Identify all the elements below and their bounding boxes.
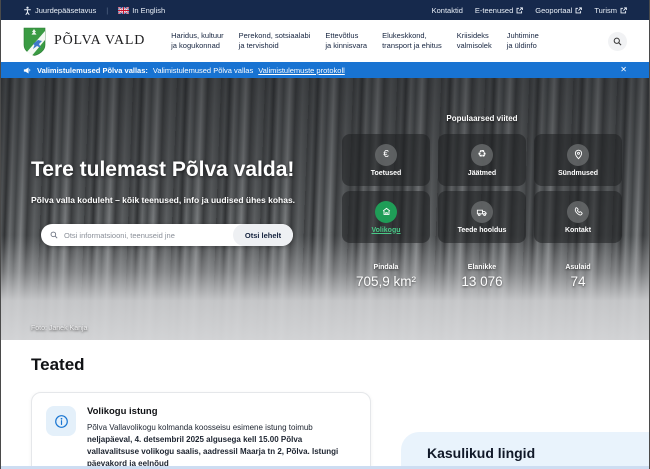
- municipality-stats: Pindala 705,9 km² Elanikke 13 076 Asulai…: [342, 264, 622, 289]
- stat-elanikke: Elanikke 13 076: [438, 264, 526, 289]
- topbar-link-eteenused[interactable]: E-teenused: [475, 6, 523, 15]
- notice-body: Põlva Vallavolikogu kolmanda koosseisu e…: [87, 422, 356, 469]
- external-link-icon: [516, 7, 523, 14]
- photo-credit: Foto: Janek Kanja: [31, 325, 87, 332]
- uk-flag-icon: [118, 7, 129, 14]
- page: Juurdepääsetavus | In English Konta: [0, 0, 650, 469]
- teated-heading: Teated: [31, 355, 85, 375]
- external-link-icon: [620, 7, 627, 14]
- stat-asulaid: Asulaid 74: [534, 264, 622, 289]
- announcement-close-icon[interactable]: ✕: [620, 66, 627, 74]
- nav-elukeskkond[interactable]: Elukeskkond, transport ja ehitus: [382, 31, 442, 52]
- home-icon: [375, 201, 397, 223]
- language-label: In English: [132, 6, 165, 15]
- quicklinks-title: Populaarsed viited: [342, 114, 622, 123]
- accessibility-label: Juurdepääsetavus: [35, 6, 96, 15]
- topbar-link-kontaktid[interactable]: Kontaktid: [432, 6, 463, 15]
- coat-of-arms-icon: [23, 27, 46, 56]
- hero-title: Tere tulemast Põlva valda!: [31, 158, 294, 182]
- site-logo[interactable]: PÕLVA VALD: [23, 27, 145, 56]
- accessibility-icon: [23, 6, 32, 15]
- nav-ettevotlus[interactable]: Ettevõtlus ja kinnisvara: [325, 31, 367, 52]
- header-search-button[interactable]: [608, 32, 627, 51]
- megaphone-icon: [23, 66, 32, 75]
- utility-bar: Juurdepääsetavus | In English Konta: [1, 0, 649, 20]
- language-link[interactable]: In English: [118, 6, 165, 15]
- notice-title: Volikogu istung: [87, 406, 356, 417]
- topbar-link-turism[interactable]: Turism: [594, 6, 627, 15]
- announcement-text: Valimistulemused Põlva vallas: [153, 66, 253, 75]
- main-header: PÕLVA VALD Haridus, kultuur ja kogukonna…: [1, 20, 649, 62]
- phone-icon: [567, 201, 589, 223]
- tile-toetused[interactable]: € Toetused: [342, 134, 430, 186]
- hero-search-bar: Otsi lehelt: [41, 224, 293, 246]
- nav-perekond[interactable]: Perekond, sotsiaalabi ja tervishoid: [239, 31, 311, 52]
- tile-kontakt[interactable]: Kontakt: [534, 191, 622, 243]
- notice-card[interactable]: Volikogu istung Põlva Vallavolikogu kolm…: [31, 392, 371, 469]
- content-section: Teated Volikogu istung Põlva Vallavoliko…: [1, 340, 649, 469]
- nav-juhtimine[interactable]: Juhtimine ja üldinfo: [507, 31, 539, 52]
- topbar-divider: |: [106, 6, 108, 15]
- euro-icon: €: [375, 144, 397, 166]
- map-pin-icon: [567, 144, 589, 166]
- tile-teede-hooldus[interactable]: Teede hooldus: [438, 191, 526, 243]
- search-icon: [613, 37, 622, 46]
- announcement-link[interactable]: Valimistulemuste protokoll: [258, 66, 345, 75]
- tile-jaatmed[interactable]: ♻ Jäätmed: [438, 134, 526, 186]
- nav-haridus[interactable]: Haridus, kultuur ja kogukonnad: [171, 31, 224, 52]
- info-icon: [46, 406, 76, 436]
- tile-sundmused[interactable]: Sündmused: [534, 134, 622, 186]
- useful-links-heading: Kasulikud lingid: [401, 432, 650, 461]
- topbar-link-geoportaal[interactable]: Geoportaal: [535, 6, 582, 15]
- stat-pindala: Pindala 705,9 km²: [342, 264, 430, 289]
- external-link-icon: [575, 7, 582, 14]
- quicklink-tiles: € Toetused ♻ Jäätmed Sündmused: [342, 134, 622, 243]
- announcement-bold: Valimistulemused Põlva vallas:: [37, 66, 148, 75]
- accessibility-link[interactable]: Juurdepääsetavus: [23, 6, 96, 15]
- logo-text: PÕLVA VALD: [54, 33, 145, 49]
- nav-kriisideks[interactable]: Kriisideks valmisolek: [457, 31, 492, 52]
- hero-search-submit[interactable]: Otsi lehelt: [233, 224, 293, 246]
- search-icon: [50, 231, 58, 239]
- notice-content: Volikogu istung Põlva Vallavolikogu kolm…: [87, 406, 356, 469]
- hero-section: Tere tulemast Põlva valda! Põlva valla k…: [1, 78, 649, 340]
- useful-links-panel: Kasulikud lingid: [401, 432, 650, 469]
- tile-volikogu[interactable]: Volikogu: [342, 191, 430, 243]
- truck-icon: [471, 201, 493, 223]
- hero-subtitle: Põlva valla koduleht – kõik teenused, in…: [31, 195, 295, 205]
- main-nav: Haridus, kultuur ja kogukonnad Perekond,…: [171, 31, 539, 52]
- announcement-bar: Valimistulemused Põlva vallas: Valimistu…: [1, 62, 649, 78]
- hero-search-input[interactable]: [58, 231, 233, 240]
- recycle-icon: ♻: [471, 144, 493, 166]
